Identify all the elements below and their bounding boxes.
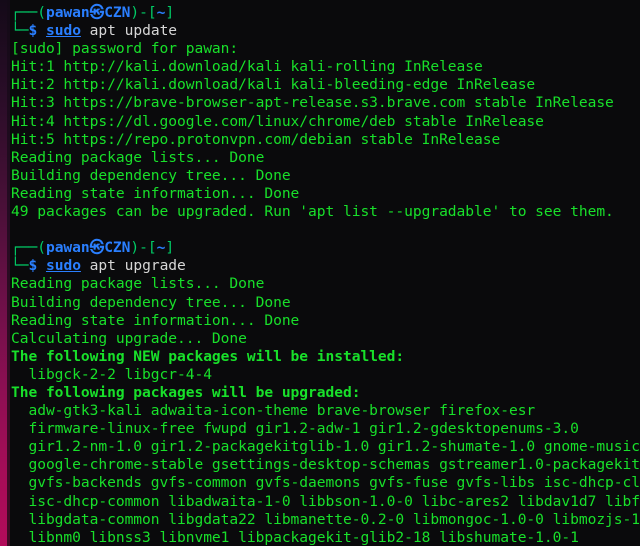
prompt-box-top: ┌──( bbox=[11, 4, 46, 21]
command-privilege-sudo: sudo bbox=[45, 22, 81, 40]
prompt-line-top: ┌──(pawan㉿CZN)-[~] bbox=[0, 239, 640, 257]
terminal-window[interactable]: ┌──(pawan㉿CZN)-[~] └─$ sudo apt update [… bbox=[0, 0, 640, 546]
output-line: Hit:4 https://dl.google.com/linux/chrome… bbox=[11, 112, 544, 130]
command-line-1[interactable]: └─$ sudo apt update bbox=[0, 22, 640, 40]
output-line: Reading state information... Done bbox=[11, 184, 300, 202]
prompt-separator: )-[ bbox=[130, 239, 157, 257]
prompt-close-bracket: ] bbox=[165, 239, 175, 257]
prompt-dollar-symbol: $ bbox=[28, 22, 38, 40]
output-line: Hit:2 http://kali.download/kali kali-ble… bbox=[11, 76, 536, 94]
desktop-wallpaper-edge bbox=[0, 0, 7, 546]
output-line: google-chrome-stable gsettings-desktop-s… bbox=[11, 456, 640, 474]
output-line: Reading state information... Done bbox=[11, 311, 300, 329]
prompt-box-bottom: └─ bbox=[11, 257, 29, 275]
output-line-heading: The following NEW packages will be insta… bbox=[11, 347, 405, 365]
output-line-heading: The following packages will be upgraded: bbox=[11, 383, 361, 401]
output-line: 49 packages can be upgraded. Run 'apt li… bbox=[11, 203, 614, 221]
output-line: Building dependency tree... Done bbox=[11, 166, 291, 184]
prompt-hostname: CZN bbox=[104, 239, 131, 257]
prompt-username: pawan bbox=[45, 239, 90, 257]
output-line: Hit:1 http://kali.download/kali kali-rol… bbox=[11, 58, 483, 76]
output-line: libnm0 libnss3 libnvme1 libpackagekit-gl… bbox=[11, 528, 579, 546]
command-line-2[interactable]: └─$ sudo apt upgrade bbox=[0, 257, 640, 275]
output-line: libgck-2-2 libgcr-4-4 bbox=[11, 365, 212, 383]
output-line: [sudo] password for pawan: bbox=[11, 40, 239, 58]
command-text-2: apt upgrade bbox=[80, 257, 186, 275]
prompt-box-bottom: └─ bbox=[11, 22, 29, 40]
output-line: Reading package lists... Done bbox=[11, 275, 265, 293]
output-line: Calculating upgrade... Done bbox=[11, 329, 247, 347]
prompt-username: pawan bbox=[45, 4, 90, 21]
output-line: gir1.2-nm-1.0 gir1.2-packagekitglib-1.0 … bbox=[11, 438, 640, 456]
output-line: gvfs-backends gvfs-common gvfs-daemons g… bbox=[11, 474, 640, 492]
terminal-screen[interactable]: ┌──(pawan㉿CZN)-[~] └─$ sudo apt update [… bbox=[0, 0, 640, 546]
kali-dragon-glyph-icon: ㉿ bbox=[89, 4, 105, 21]
output-line: isc-dhcp-common libadwaita-1-0 libbson-1… bbox=[11, 492, 640, 510]
output-line: Hit:3 https://brave-browser-apt-release.… bbox=[11, 94, 614, 112]
output-line: Building dependency tree... Done bbox=[11, 293, 291, 311]
prompt-dollar-symbol: $ bbox=[28, 257, 38, 275]
output-line: firmware-linux-free fwupd gir1.2-adw-1 g… bbox=[11, 420, 579, 438]
output-line: libgdata-common libgdata22 libmanette-0.… bbox=[11, 510, 640, 528]
output-line: adw-gtk3-kali adwaita-icon-theme brave-b… bbox=[11, 402, 536, 420]
prompt-separator: )-[ bbox=[130, 4, 157, 21]
output-line: Hit:5 https://repo.protonvpn.com/debian … bbox=[11, 130, 501, 148]
command-privilege-sudo: sudo bbox=[45, 257, 81, 275]
prompt-box-top: ┌──( bbox=[11, 239, 46, 257]
prompt-line-top: ┌──(pawan㉿CZN)-[~] bbox=[0, 4, 640, 22]
command-text-1: apt update bbox=[80, 22, 178, 40]
prompt-close-bracket: ] bbox=[165, 4, 175, 21]
prompt-hostname: CZN bbox=[104, 4, 131, 21]
output-line: Reading package lists... Done bbox=[11, 148, 265, 166]
kali-dragon-glyph-icon: ㉿ bbox=[89, 239, 105, 257]
